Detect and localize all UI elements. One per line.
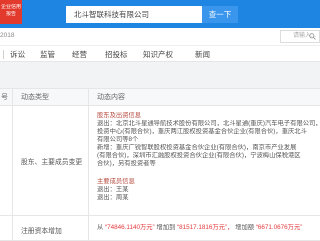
brand-badge[interactable]: 企业信用 报告 <box>0 0 22 24</box>
year-text: 2018 <box>0 32 15 39</box>
capital-diff-value: “6671.0676万元” <box>255 224 303 231</box>
row-content-cell: 股东及出资信息 退出：北京北斗星通导航技术股份有限公司，北斗星通(重庆)汽车电子… <box>88 106 320 215</box>
search-button[interactable]: 查一下 <box>202 6 238 23</box>
dynamic-type: 注册资本增加 <box>21 228 62 235</box>
capital-from-label: 从 <box>97 224 104 231</box>
tab-bidding[interactable]: 招投标 <box>105 49 128 60</box>
tab-regulation[interactable]: 监管 <box>40 49 55 60</box>
row-type-cell: 股东、主要成员变更 <box>12 106 88 215</box>
header-index: 号 <box>1 94 8 101</box>
tab-divider <box>3 50 4 59</box>
table-header: 号 动态类型 动态内容 <box>0 89 320 106</box>
shareholder-line[interactable]: (有限合伙)，深圳市汇融股权投资合伙企业(有限合伙)，宁波梅山保税港区 <box>97 152 320 160</box>
company-search-input[interactable]: 北斗智联科技有限公司 <box>66 6 202 23</box>
capital-to-label: 增加到 <box>156 224 176 231</box>
shareholder-line: 有限公司等8个 <box>97 136 139 143</box>
member-line[interactable]: 退出：王某 <box>97 186 320 194</box>
capital-from-value: “74846.1140万元” <box>105 224 155 231</box>
shareholder-line[interactable]: 退出：北京北斗星通导航技术股份有限公司，北斗星通(重庆)汽车电子有限公司， <box>97 120 320 128</box>
member-section-title: 主要成员信息 <box>97 178 135 185</box>
search-icon[interactable] <box>309 33 316 40</box>
row-index-cell <box>0 216 12 240</box>
tab-operation[interactable]: 经营 <box>72 49 87 60</box>
capital-to-value: “81517.1816万元”， <box>177 224 234 231</box>
sub-bar: 2018 请输入... <box>0 28 320 45</box>
row-index-cell <box>0 106 12 215</box>
dynamic-type: 股东、主要成员变更 <box>21 159 83 166</box>
row-type-cell: 注册资本增加 <box>12 216 88 240</box>
table-row: 注册资本增加 从 “74846.1140万元” 增加到 “81517.1816万… <box>0 216 320 241</box>
capital-diff-label: 增加额 <box>235 224 255 231</box>
shareholder-line: 合伙)，另有投资者等 <box>97 160 156 167</box>
brand-badge-line: 企业信用 <box>0 4 21 10</box>
shareholder-line[interactable]: 新增：重庆广锐智联股权投资基金合伙企业(有限合伙)，南京市产业发展 <box>97 144 320 152</box>
shareholder-section-title: 股东及出资信息 <box>97 112 142 119</box>
dynamics-table: 号 动态类型 动态内容 股东、主要成员变更 股东及出资信息 退出：北京北斗星通导… <box>0 88 320 241</box>
row-content-cell: 从 “74846.1140万元” 增加到 “81517.1816万元”， 增加额… <box>88 216 320 240</box>
header-content: 动态内容 <box>88 89 320 106</box>
tab-ip[interactable]: 知识产权 <box>143 49 173 60</box>
tab-litigation[interactable]: 诉讼 <box>10 49 25 60</box>
member-line[interactable]: 退出：周某 <box>97 194 320 202</box>
category-tabs: 诉讼 监管 经营 招投标 知识产权 新闻 <box>0 45 320 62</box>
dynamic-search-input[interactable]: 请输入... <box>280 30 320 43</box>
tab-news[interactable]: 新闻 <box>195 49 210 60</box>
brand-badge-line: 报告 <box>5 11 16 17</box>
header-type: 动态类型 <box>12 89 88 106</box>
top-header: 企业信用 报告 北斗智联科技有限公司 查一下 <box>0 0 320 28</box>
table-row: 股东、主要成员变更 股东及出资信息 退出：北京北斗星通导航技术股份有限公司，北斗… <box>0 106 320 216</box>
shareholder-line[interactable]: 投资中心(有限合伙)，重庆两江股权投资基金合伙企业(有限合伙)，重庆北斗 <box>97 128 320 136</box>
